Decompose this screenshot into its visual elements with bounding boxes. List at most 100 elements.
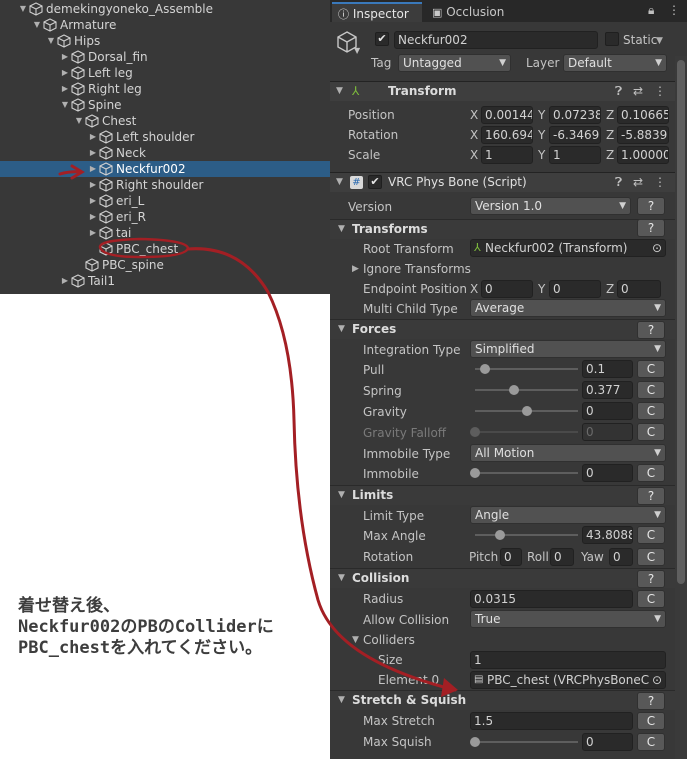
hierarchy-item[interactable]: ▶ Right leg <box>0 81 330 97</box>
transforms-section[interactable]: ▼ Transforms <box>330 219 675 239</box>
expand-arrow-icon[interactable]: ▼ <box>18 1 28 17</box>
pull-handle[interactable] <box>480 364 490 374</box>
collapse-arrow-icon[interactable]: ▶ <box>88 225 98 241</box>
scrollbar-thumb[interactable] <box>677 60 685 584</box>
gravity-falloff-handle[interactable] <box>470 427 480 437</box>
max-squish-value-field[interactable]: 0 <box>582 733 633 751</box>
forces-section[interactable]: ▼ Forces <box>330 319 675 339</box>
roll-field[interactable]: 0 <box>550 548 574 566</box>
physbone-header[interactable]: ▼ # ✔ VRC Phys Bone (Script) ❓︎ ⇄ ⋮ <box>330 172 675 192</box>
hierarchy-item[interactable]: ▼ Armature <box>0 17 330 33</box>
tab-inspector[interactable]: ⓘ Inspector <box>332 2 422 22</box>
component-enabled-checkbox[interactable]: ✔ <box>368 175 382 189</box>
hierarchy-item[interactable]: PBC_chest <box>0 241 330 257</box>
collapse-arrow-icon[interactable]: ▶ <box>60 49 70 65</box>
hierarchy-item[interactable]: ▶ Neck <box>0 145 330 161</box>
immobile-type-dropdown[interactable]: All Motion ▼ <box>470 444 666 462</box>
gravity-handle[interactable] <box>522 406 532 416</box>
pull-value-field[interactable]: 0.1 <box>582 360 633 378</box>
chevron-down-icon[interactable]: ▼ <box>354 46 360 55</box>
tag-dropdown[interactable]: Untagged ▼ <box>398 54 511 72</box>
collapse-arrow-icon[interactable]: ▶ <box>88 177 98 193</box>
tab-occlusion[interactable]: ▣ Occlusion <box>426 2 522 22</box>
endpoint-y-field[interactable]: 0 <box>549 280 601 298</box>
endpoint-x-field[interactable]: 0 <box>481 280 533 298</box>
immobile-value-field[interactable]: 0 <box>582 464 633 482</box>
expand-arrow-icon[interactable]: ▼ <box>32 17 42 33</box>
collapse-arrow-icon[interactable]: ▶ <box>88 145 98 161</box>
pull-clear-button[interactable]: C <box>637 360 665 378</box>
collapse-arrow-icon[interactable]: ▶ <box>88 129 98 145</box>
hierarchy-item[interactable]: ▼ demekingyoneko_Assemble <box>0 1 330 17</box>
gravity-value-field[interactable]: 0 <box>582 402 633 420</box>
limits-help-button[interactable]: ? <box>637 487 665 505</box>
active-checkbox[interactable]: ✔ <box>375 32 389 46</box>
object-picker-icon[interactable]: ⊙ <box>648 672 665 688</box>
radius-field[interactable]: 0.0315 <box>470 590 633 608</box>
spring-value-field[interactable]: 0.377 <box>582 381 633 399</box>
limit-type-dropdown[interactable]: Angle ▼ <box>470 506 666 524</box>
multi-child-type-dropdown[interactable]: Average ▼ <box>470 299 666 317</box>
expand-arrow-icon[interactable]: ▶ <box>352 264 359 274</box>
colliders-size-field[interactable]: 1 <box>470 651 666 669</box>
max-stretch-clear-button[interactable]: C <box>637 712 665 730</box>
transform-position-y-field[interactable]: 0.07238 <box>549 106 601 124</box>
collapse-arrow-icon[interactable]: ▶ <box>60 81 70 97</box>
allow-collision-dropdown[interactable]: True ▼ <box>470 610 666 628</box>
expand-arrow-icon[interactable]: ▼ <box>60 97 70 113</box>
transforms-help-button[interactable]: ? <box>637 219 665 237</box>
max-angle-value-field[interactable]: 43.8088 <box>582 526 633 544</box>
hierarchy-item[interactable]: ▶ eri_L <box>0 193 330 209</box>
collapse-arrow-icon[interactable]: ▶ <box>60 65 70 81</box>
spring-handle[interactable] <box>509 385 519 395</box>
gravity-falloff-value-field[interactable]: 0 <box>582 423 633 441</box>
object-name-field[interactable]: Neckfur002 <box>394 31 598 49</box>
limits-section[interactable]: ▼ Limits <box>330 485 675 505</box>
rotation-clear-button[interactable]: C <box>637 548 665 566</box>
gravity-falloff-clear-button[interactable]: C <box>637 423 665 441</box>
expand-arrow-icon[interactable]: ▼ <box>46 33 56 49</box>
collider-element-field[interactable]: ▤PBC_chest (VRCPhysBoneCollider)⊙ <box>470 671 666 689</box>
radius-clear-button[interactable]: C <box>637 590 665 608</box>
hierarchy-item[interactable]: ▼ Hips <box>0 33 330 49</box>
pitch-field[interactable]: 0 <box>500 548 522 566</box>
stretch-help-button[interactable]: ? <box>637 692 665 710</box>
static-dropdown-icon[interactable]: ▼ <box>656 36 663 46</box>
hierarchy-item[interactable]: ▶ tai <box>0 225 330 241</box>
transform-scale-x-field[interactable]: 1 <box>481 146 533 164</box>
presets-icon[interactable]: ⇄ <box>633 175 643 189</box>
immobile-clear-button[interactable]: C <box>637 464 665 482</box>
more-menu-icon[interactable]: ⋮ <box>668 3 680 17</box>
context-menu-icon[interactable]: ⋮ <box>654 175 666 189</box>
max-squish-clear-button[interactable]: C <box>637 733 665 751</box>
hierarchy-item[interactable]: ▶ Dorsal_fin <box>0 49 330 65</box>
max-squish-track[interactable] <box>475 741 578 743</box>
immobile-handle[interactable] <box>470 468 480 478</box>
transform-rotation-z-field[interactable]: -5.8839 <box>617 126 669 144</box>
yaw-field[interactable]: 0 <box>609 548 633 566</box>
transform-position-z-field[interactable]: 0.10665 <box>617 106 669 124</box>
help-icon[interactable]: ❓︎ <box>615 84 622 99</box>
integration-type-dropdown[interactable]: Simplified ▼ <box>470 340 666 358</box>
immobile-track[interactable] <box>475 472 578 474</box>
static-checkbox[interactable] <box>605 32 619 46</box>
spring-track[interactable] <box>475 389 578 391</box>
collapse-arrow-icon[interactable]: ▶ <box>88 161 98 177</box>
max-angle-clear-button[interactable]: C <box>637 526 665 544</box>
hierarchy-item[interactable]: ▶ Tail1 <box>0 273 330 289</box>
transform-scale-z-field[interactable]: 1.00000 <box>617 146 669 164</box>
root-transform-field[interactable]: ⅄ Neckfur002 (Transform) ⊙ <box>470 239 666 257</box>
hierarchy-item[interactable]: ▶ Neckfur002 <box>0 161 330 177</box>
lock-icon[interactable]: 🔒︎ <box>648 3 654 18</box>
layer-dropdown[interactable]: Default ▼ <box>563 54 667 72</box>
context-menu-icon[interactable]: ⋮ <box>654 84 666 98</box>
max-stretch-field[interactable]: 1.5 <box>470 712 633 730</box>
collapse-arrow-icon[interactable]: ▶ <box>60 273 70 289</box>
hierarchy-item[interactable]: ▼ Chest <box>0 113 330 129</box>
transform-rotation-x-field[interactable]: 160.694 <box>481 126 533 144</box>
hierarchy-item[interactable]: ▶ Left leg <box>0 65 330 81</box>
stretch-squish-section[interactable]: ▼ Stretch & Squish <box>330 690 675 710</box>
collapse-icon[interactable]: ▼ <box>352 635 359 645</box>
gravity-falloff-track[interactable] <box>475 431 578 433</box>
transform-rotation-y-field[interactable]: -6.3469 <box>549 126 601 144</box>
